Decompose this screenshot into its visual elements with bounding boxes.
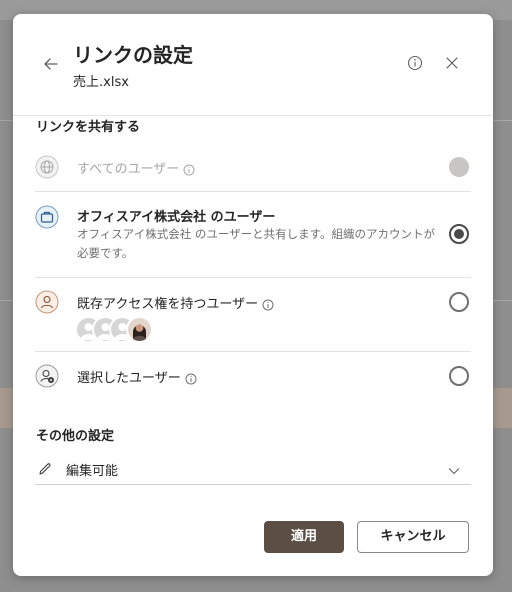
permission-dropdown[interactable]: 編集可能 (35, 456, 471, 484)
info-icon (262, 299, 274, 310)
option-divider (35, 277, 471, 278)
person-settings-icon (35, 364, 59, 388)
info-button[interactable] (406, 54, 424, 72)
share-option-everyone: すべてのユーザー (35, 152, 471, 192)
avatar-photo (126, 316, 153, 343)
radio-specific-users[interactable] (449, 366, 469, 386)
link-settings-dialog: リンクの設定 売上.xlsx リンクを共有する すべてのユーザー オフィスアイ株… (13, 14, 493, 576)
share-option-label: 選択したユーザー (77, 367, 197, 386)
permission-underline (35, 484, 471, 485)
cancel-button[interactable]: キャンセル (357, 521, 469, 553)
pencil-icon (39, 463, 51, 475)
share-option-description: オフィスアイ株式会社 のユーザーと共有します。組織のアカウントが必要です。 (77, 227, 435, 260)
globe-icon (35, 155, 59, 179)
share-option-label: オフィスアイ株式会社 のユーザー (77, 210, 276, 225)
back-button[interactable] (41, 54, 61, 74)
permission-value: 編集可能 (66, 464, 119, 479)
share-option-label: すべてのユーザー (77, 158, 195, 177)
share-section-heading: リンクを共有する (36, 120, 141, 135)
info-icon (183, 164, 195, 175)
share-option-specific-users[interactable]: 選択したユーザー (35, 364, 471, 400)
info-icon (407, 55, 423, 71)
briefcase-icon (35, 205, 59, 229)
apply-button[interactable]: 適用 (264, 521, 344, 553)
file-name: 売上.xlsx (73, 75, 129, 90)
share-option-org-users[interactable]: オフィスアイ株式会社 のユーザー オフィスアイ株式会社 のユーザーと共有します。… (35, 205, 471, 281)
dialog-title: リンクの設定 (73, 43, 193, 67)
option-divider (35, 351, 471, 352)
user-avatars (75, 316, 195, 344)
arrow-left-icon (44, 58, 58, 70)
person-icon (35, 290, 59, 314)
other-settings-heading: その他の設定 (36, 429, 115, 444)
chevron-down-icon (448, 468, 460, 475)
radio-existing-access[interactable] (449, 292, 469, 312)
close-button[interactable] (444, 55, 460, 71)
close-icon (446, 57, 458, 69)
info-icon (185, 373, 197, 384)
option-divider (35, 191, 471, 192)
share-option-label: 既存アクセス権を持つユーザー (77, 293, 274, 312)
radio-everyone (449, 157, 469, 177)
radio-org-users[interactable] (449, 224, 469, 244)
